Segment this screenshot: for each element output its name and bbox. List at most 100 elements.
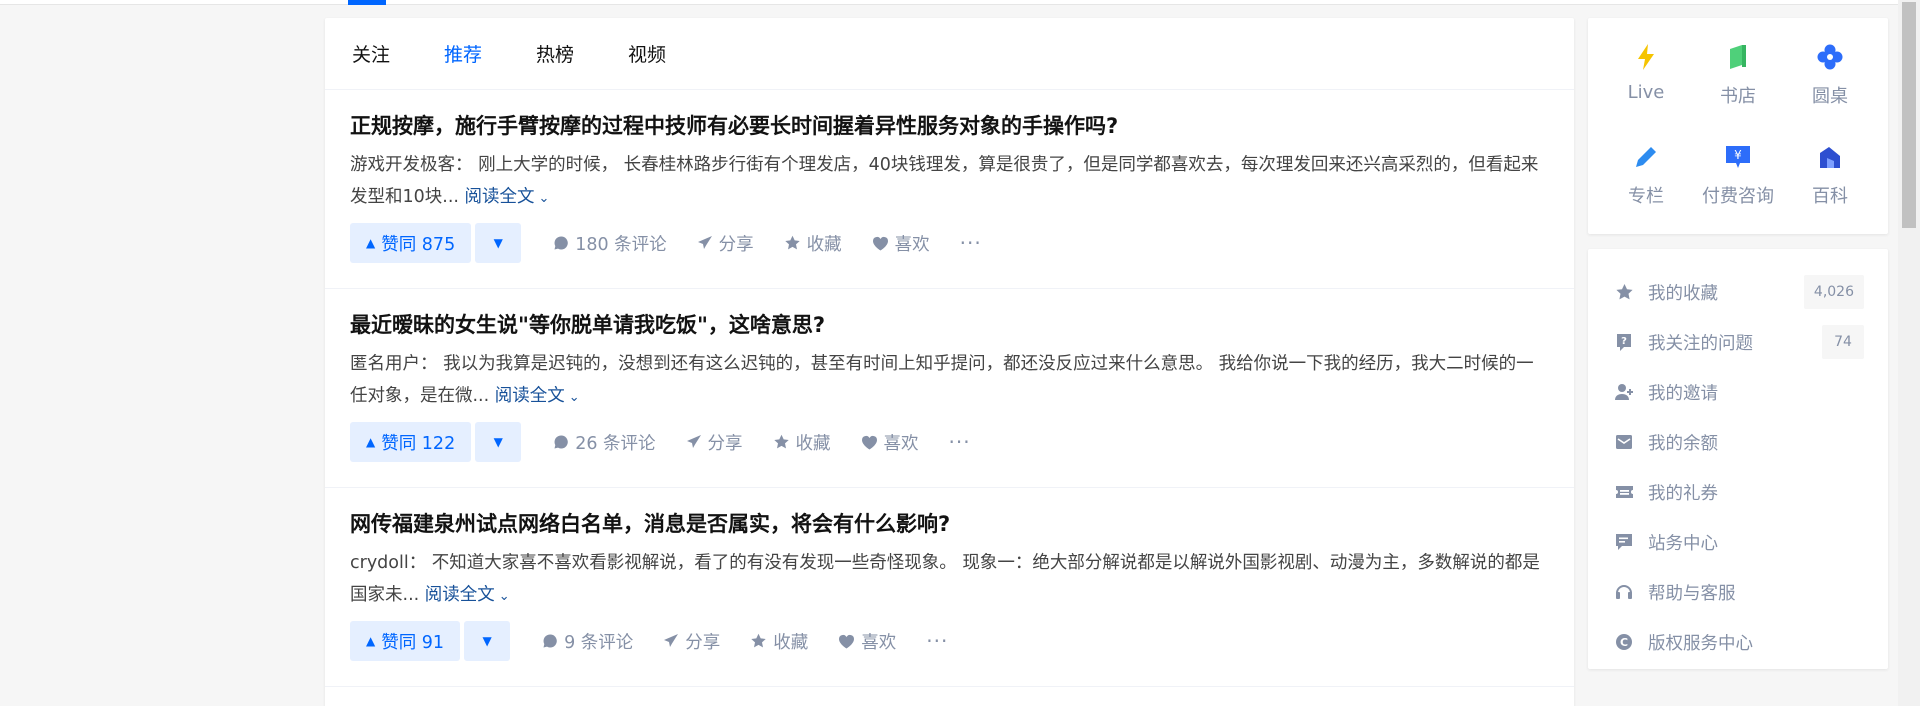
downvote-button[interactable]: ▼ — [464, 621, 511, 661]
paper-plane-icon — [686, 434, 702, 450]
paper-plane-icon — [697, 235, 713, 251]
item-actions: ▲ 赞同 122 ▼ 26 条评论 分享 收藏 喜欢 ··· — [350, 422, 1547, 462]
menu-item-station-center[interactable]: 站务中心 — [1588, 517, 1888, 567]
menu-item-invitations[interactable]: 我的邀请 — [1588, 367, 1888, 417]
more-options-icon[interactable]: ··· — [926, 629, 948, 653]
more-options-icon[interactable]: ··· — [949, 430, 971, 454]
svg-text:?: ? — [1621, 336, 1627, 347]
item-excerpt[interactable]: 游戏开发极客： 刚上大学的时候， 长春桂林路步行街有个理发店，40块钱理发，算是… — [350, 149, 1547, 213]
favorite-label: 收藏 — [806, 234, 842, 255]
comment-count: 26 条评论 — [575, 433, 656, 454]
feed-card: 关注 推荐 热榜 视频 正规按摩，施行手臂按摩的过程中技师有必要长时间握着异性服… — [325, 18, 1574, 706]
read-more-link[interactable]: 阅读全文 ⌄ — [465, 187, 550, 207]
top-navbar-edge — [0, 0, 1920, 5]
share-button[interactable]: 分享 — [686, 430, 743, 455]
encyclopedia-icon — [1815, 142, 1845, 172]
triangle-up-icon: ▲ — [366, 634, 376, 648]
menu-item-copyright[interactable]: C 版权服务中心 — [1588, 617, 1888, 667]
like-button[interactable]: 喜欢 — [838, 629, 896, 654]
read-more-link[interactable]: 阅读全文 ⌄ — [495, 386, 580, 406]
menu-item-label: 帮助与客服 — [1648, 583, 1736, 604]
question-icon: ? — [1614, 332, 1634, 352]
feed-item: 网传福建泉州试点网络白名单，消息是否属实，将会有什么影响? crydoll： 不… — [325, 488, 1574, 687]
svg-text:C: C — [1620, 636, 1628, 649]
item-title[interactable]: 最近暧昧的女生说"等你脱单请我吃饭"，这啥意思? — [350, 311, 1547, 339]
like-button[interactable]: 喜欢 — [861, 430, 919, 455]
share-button[interactable]: 分享 — [663, 629, 720, 654]
more-options-icon[interactable]: ··· — [960, 231, 982, 255]
shortcut-encyclopedia[interactable]: 百科 — [1784, 136, 1876, 236]
downvote-button[interactable]: ▼ — [475, 223, 522, 263]
menu-item-favorites[interactable]: 我的收藏 4,026 — [1588, 267, 1888, 317]
triangle-down-icon: ▼ — [493, 435, 503, 449]
menu-item-coupons[interactable]: 我的礼券 — [1588, 467, 1888, 517]
upvote-button[interactable]: ▲ 赞同 122 — [350, 422, 472, 462]
share-label: 分享 — [707, 433, 743, 454]
comment-button[interactable]: 26 条评论 — [553, 430, 656, 455]
svg-text:¥: ¥ — [1734, 148, 1742, 162]
menu-item-count: 74 — [1822, 325, 1864, 359]
item-author: 匿名用户： — [350, 354, 438, 374]
paper-plane-icon — [663, 633, 679, 649]
item-excerpt[interactable]: crydoll： 不知道大家喜不喜欢看影视解说，看了的有没有发现一些奇怪现象。 … — [350, 547, 1547, 611]
shortcut-paid-consult[interactable]: ¥ 付费咨询 — [1692, 136, 1784, 236]
triangle-down-icon: ▼ — [493, 236, 503, 250]
feed-tabs: 关注 推荐 热榜 视频 — [325, 18, 1574, 90]
item-excerpt[interactable]: 匿名用户： 我以为我算是迟钝的，没想到还有这么迟钝的，甚至有时间上知乎提问，都还… — [350, 348, 1547, 412]
favorite-label: 收藏 — [795, 433, 831, 454]
menu-item-balance[interactable]: 我的余额 — [1588, 417, 1888, 467]
comment-button[interactable]: 9 条评论 — [542, 629, 633, 654]
menu-item-label: 我的邀请 — [1648, 383, 1718, 404]
share-button[interactable]: 分享 — [697, 231, 754, 256]
upvote-button[interactable]: ▲ 赞同 875 — [350, 223, 472, 263]
shortcut-bookstore[interactable]: 书店 — [1692, 36, 1784, 136]
menu-item-count: 4,026 — [1803, 275, 1864, 309]
like-button[interactable]: 喜欢 — [872, 231, 930, 256]
favorite-button[interactable]: 收藏 — [773, 430, 831, 455]
invite-icon — [1614, 382, 1634, 402]
read-more-label: 阅读全文 — [424, 585, 495, 605]
item-title[interactable]: 网传福建泉州试点网络白名单，消息是否属实，将会有什么影响? — [350, 510, 1547, 538]
menu-item-label: 站务中心 — [1648, 533, 1718, 554]
tab-hot[interactable]: 热榜 — [536, 40, 574, 67]
comment-button[interactable]: 180 条评论 — [553, 231, 667, 256]
lightning-icon — [1631, 42, 1661, 72]
top-nav-active-indicator — [348, 0, 386, 5]
shortcut-live[interactable]: Live — [1600, 36, 1692, 136]
tab-video[interactable]: 视频 — [628, 40, 666, 67]
downvote-button[interactable]: ▼ — [475, 422, 522, 462]
star-icon — [784, 235, 801, 251]
sidebar-menu-card: 我的收藏 4,026 ? 我关注的问题 74 我的邀请 我的余额 我的礼券 站务… — [1588, 249, 1888, 669]
triangle-up-icon: ▲ — [366, 236, 376, 250]
item-title[interactable]: 正规按摩，施行手臂按摩的过程中技师有必要长时间握着异性服务对象的手操作吗? — [350, 112, 1547, 140]
menu-item-help[interactable]: 帮助与客服 — [1588, 567, 1888, 617]
copyright-icon: C — [1614, 632, 1634, 652]
like-label: 喜欢 — [883, 433, 919, 454]
feed-item: 正规按摩，施行手臂按摩的过程中技师有必要长时间握着异性服务对象的手操作吗? 游戏… — [325, 90, 1574, 289]
tab-follow[interactable]: 关注 — [352, 40, 390, 67]
favorite-label: 收藏 — [773, 632, 809, 653]
heart-icon — [861, 435, 878, 450]
favorite-button[interactable]: 收藏 — [784, 231, 842, 256]
menu-item-label: 我的余额 — [1648, 433, 1718, 454]
shortcut-roundtable[interactable]: 圆桌 — [1784, 36, 1876, 136]
item-actions: ▲ 赞同 91 ▼ 9 条评论 分享 收藏 喜欢 ··· — [350, 621, 1547, 661]
star-icon — [773, 434, 790, 450]
shortcut-column[interactable]: 专栏 — [1600, 136, 1692, 236]
share-label: 分享 — [718, 234, 754, 255]
favorite-button[interactable]: 收藏 — [750, 629, 808, 654]
scrollbar-thumb[interactable] — [1902, 2, 1916, 228]
upvote-button[interactable]: ▲ 赞同 91 — [350, 621, 461, 661]
coupon-icon — [1614, 482, 1634, 502]
item-author: crydoll： — [350, 553, 427, 573]
upvote-label: 赞同 875 — [381, 234, 456, 255]
star-icon — [750, 633, 767, 649]
headset-icon — [1614, 582, 1634, 602]
read-more-link[interactable]: 阅读全文 ⌄ — [425, 585, 510, 605]
chevron-down-icon: ⌄ — [498, 589, 510, 604]
upvote-label: 赞同 91 — [381, 632, 445, 653]
tab-recommend[interactable]: 推荐 — [444, 40, 482, 67]
menu-item-followed-questions[interactable]: ? 我关注的问题 74 — [1588, 317, 1888, 367]
shortcut-label: 专栏 — [1628, 186, 1664, 207]
paid-consult-icon: ¥ — [1723, 142, 1753, 172]
